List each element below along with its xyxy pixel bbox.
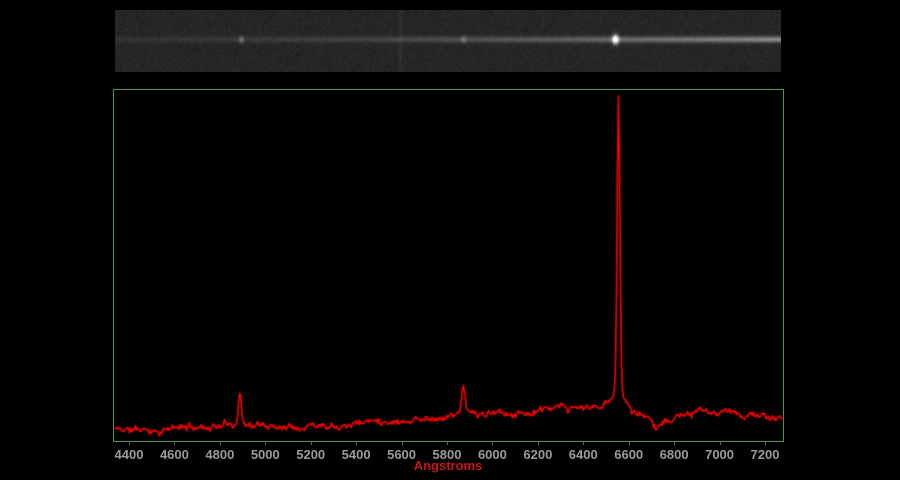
x-tick-label: 6600 bbox=[607, 447, 651, 462]
x-tick-label: 4800 bbox=[198, 447, 242, 462]
x-tick-label: 7000 bbox=[698, 447, 742, 462]
x-tick-label: 5000 bbox=[243, 447, 287, 462]
x-tick-mark bbox=[311, 441, 312, 445]
x-tick-mark bbox=[356, 441, 357, 445]
x-tick-mark bbox=[402, 441, 403, 445]
x-tick-mark bbox=[629, 441, 630, 445]
x-tick-label: 6800 bbox=[652, 447, 696, 462]
raw-spectrum-strip bbox=[115, 10, 781, 72]
x-tick-mark bbox=[174, 441, 175, 445]
x-tick-label: 5400 bbox=[334, 447, 378, 462]
x-tick-mark bbox=[720, 441, 721, 445]
x-axis-label: Angstroms bbox=[403, 458, 493, 473]
raw-spectrum-canvas[interactable] bbox=[115, 10, 781, 72]
x-tick-mark bbox=[492, 441, 493, 445]
spectrum-plot-canvas[interactable] bbox=[114, 90, 783, 441]
x-tick-mark bbox=[220, 441, 221, 445]
x-tick-mark bbox=[447, 441, 448, 445]
app-window: 4400460048005000520054005600580060006200… bbox=[0, 0, 900, 480]
x-tick-mark bbox=[265, 441, 266, 445]
x-tick-label: 6400 bbox=[561, 447, 605, 462]
x-tick-label: 5200 bbox=[289, 447, 333, 462]
x-tick-mark bbox=[583, 441, 584, 445]
x-tick-label: 6200 bbox=[516, 447, 560, 462]
x-tick-label: 7200 bbox=[743, 447, 787, 462]
x-tick-mark bbox=[538, 441, 539, 445]
x-tick-mark bbox=[129, 441, 130, 445]
x-tick-label: 4400 bbox=[107, 447, 151, 462]
x-tick-mark bbox=[765, 441, 766, 445]
x-tick-mark bbox=[674, 441, 675, 445]
x-tick-label: 4600 bbox=[152, 447, 196, 462]
spectrum-plot-frame bbox=[113, 89, 784, 442]
